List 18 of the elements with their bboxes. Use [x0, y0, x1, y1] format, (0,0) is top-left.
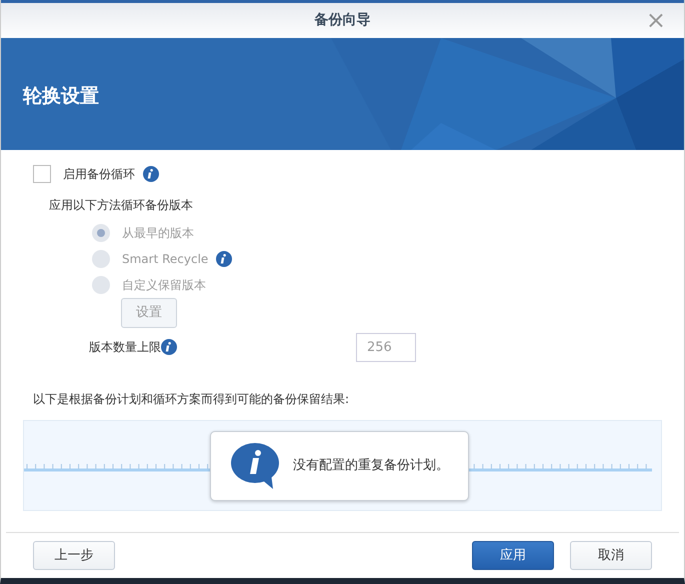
radio-label: 从最早的版本: [122, 225, 194, 242]
footer-button[interactable]: 上一步: [33, 541, 115, 570]
info-icon[interactable]: [143, 166, 159, 182]
radio-label: 自定义保留版本: [122, 277, 206, 294]
footer-button[interactable]: 取消: [570, 541, 652, 570]
page-heading: 轮换设置: [23, 84, 99, 109]
checkbox-label: 启用备份循环: [63, 166, 135, 183]
checkbox[interactable]: [33, 165, 51, 183]
footer-button[interactable]: 应用: [472, 541, 554, 570]
section-label: 以下是根据备份计划和循环方案而得到可能的备份保留结果:: [32, 391, 350, 408]
info-bubble-icon: [231, 443, 279, 489]
field-label: 版本数量上限: [89, 339, 161, 356]
close-button[interactable]: ×: [646, 8, 666, 32]
radio-label: Smart Recycle: [122, 251, 208, 268]
message-text: 没有配置的重复备份计划。: [293, 457, 449, 476]
info-icon[interactable]: [161, 339, 177, 355]
section-label: 应用以下方法循环备份版本: [49, 197, 194, 214]
window-title: 备份向导: [314, 11, 370, 30]
